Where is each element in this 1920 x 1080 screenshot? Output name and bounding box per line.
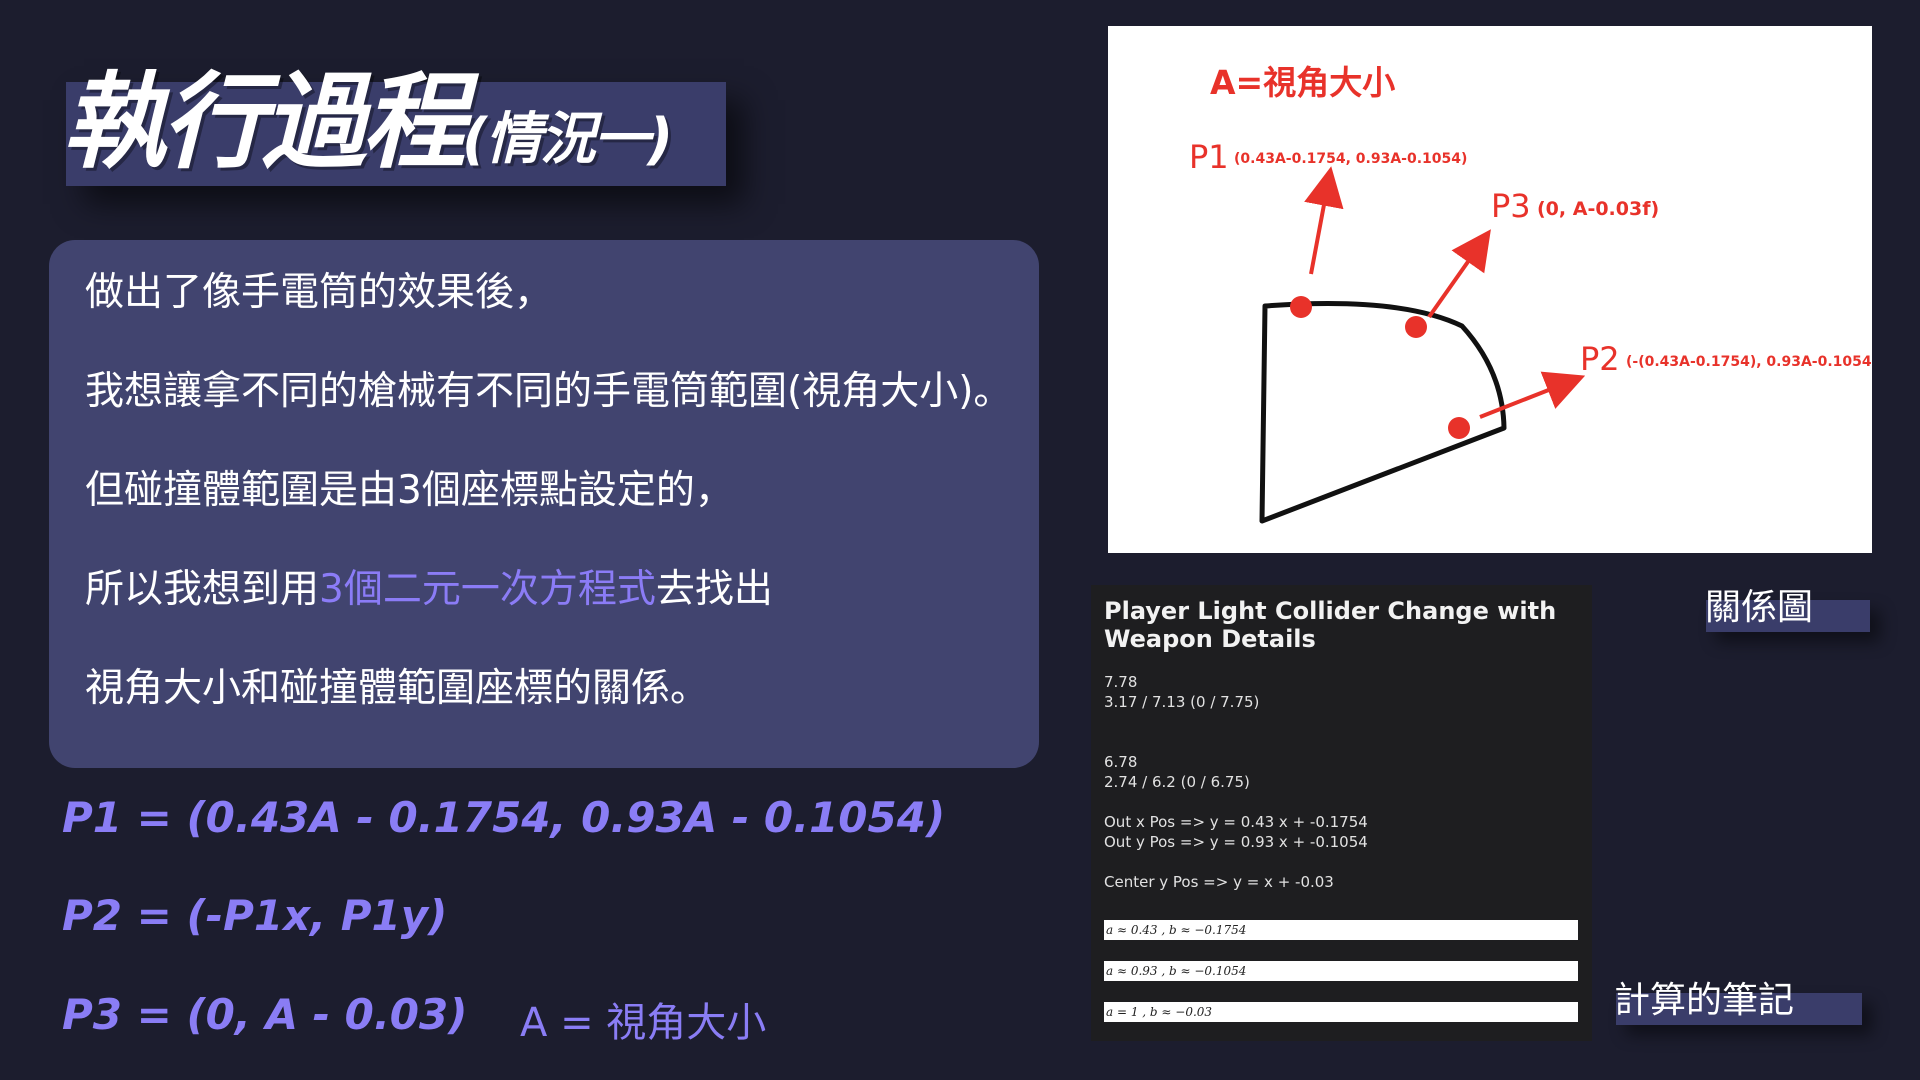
calculation-notes: Player Light Collider Change with Weapon…	[1091, 585, 1592, 1041]
explanation-panel: 做出了像手電筒的效果後， 我想讓拿不同的槍械有不同的手電筒範圍(視角大小)。 但…	[49, 240, 1039, 768]
diagram-caption: 關係圖	[1705, 587, 1814, 628]
notes-line-2: 3.17 / 7.13 (0 / 7.75)	[1104, 693, 1260, 711]
formula-p3: P3 = (0, A - 0.03)	[62, 990, 468, 1039]
diagram-a-label: A=視角大小	[1210, 63, 1395, 102]
panel-line-4-post: 去找出	[655, 567, 773, 612]
title-subtitle: (情況一)	[462, 107, 673, 172]
panel-line-1: 做出了像手電筒的效果後，	[85, 270, 554, 315]
p3-coords: (0, A-0.03f)	[1537, 198, 1659, 220]
panel-line-5: 視角大小和碰撞體範圍座標的關係。	[85, 666, 710, 711]
notes-caption: 計算的筆記	[1614, 980, 1795, 1021]
notes-result-3: a = 1 , b ≈ −0.03	[1104, 1002, 1578, 1022]
formula-p2: P2 = (-P1x, P1y)	[62, 891, 448, 940]
title-main: 執行過程	[62, 61, 466, 183]
fan-shape	[1259, 301, 1507, 524]
p1-coords: (0.43A-0.1754, 0.93A-0.1054)	[1234, 151, 1467, 167]
panel-line-3: 但碰撞體範圍是由3個座標點設定的，	[85, 468, 734, 513]
panel-line-4: 所以我想到用3個二元一次方程式去找出	[85, 565, 773, 615]
p3-label: P3	[1491, 187, 1531, 225]
diagram-svg: A=視角大小 P1 (0.43A-0.1754, 0.93A-0.1054) P…	[1189, 63, 1878, 524]
notes-line-3: 6.78	[1104, 753, 1138, 771]
notes-line-6: Out y Pos => y = 0.93 x + -0.1054	[1104, 833, 1368, 851]
p2-arrow	[1479, 371, 1586, 419]
notes-result-1: a ≈ 0.43 , b ≈ −0.1754	[1104, 920, 1578, 940]
formula-p1: P1 = (0.43A - 0.1754, 0.93A - 0.1054)	[62, 793, 946, 842]
notes-line-4: 2.74 / 6.2 (0 / 6.75)	[1104, 773, 1250, 791]
p2-coords: (-(0.43A-0.1754), 0.93A-0.1054)	[1626, 354, 1872, 370]
a-definition: A = 視角大小	[520, 1000, 767, 1046]
p1-label: P1	[1189, 138, 1229, 176]
page-title: 執行過程(情況一)	[62, 52, 673, 192]
notes-line-1: 7.78	[1104, 673, 1138, 691]
p1-point	[1290, 296, 1312, 318]
title-block: 執行過程(情況一)	[62, 52, 762, 192]
p2-point	[1448, 417, 1470, 439]
p2-label: P2	[1580, 340, 1620, 378]
panel-line-4-highlight: 3個二元一次方程式	[319, 567, 656, 612]
notes-result-2: a ≈ 0.93 , b ≈ −0.1054	[1104, 961, 1578, 981]
p1-arrow	[1304, 166, 1344, 275]
notes-line-5: Out x Pos => y = 0.43 x + -0.1754	[1104, 813, 1368, 831]
p3-point	[1405, 316, 1427, 338]
notes-title: Player Light Collider Change with Weapon…	[1104, 597, 1557, 653]
p3-arrow	[1427, 229, 1491, 319]
notes-line-7: Center y Pos => y = x + -0.03	[1104, 873, 1334, 891]
relationship-diagram: A=視角大小 P1 (0.43A-0.1754, 0.93A-0.1054) P…	[1108, 26, 1878, 553]
panel-line-4-pre: 所以我想到用	[85, 567, 320, 612]
panel-line-2: 我想讓拿不同的槍械有不同的手電筒範圍(視角大小)。	[85, 369, 1013, 414]
